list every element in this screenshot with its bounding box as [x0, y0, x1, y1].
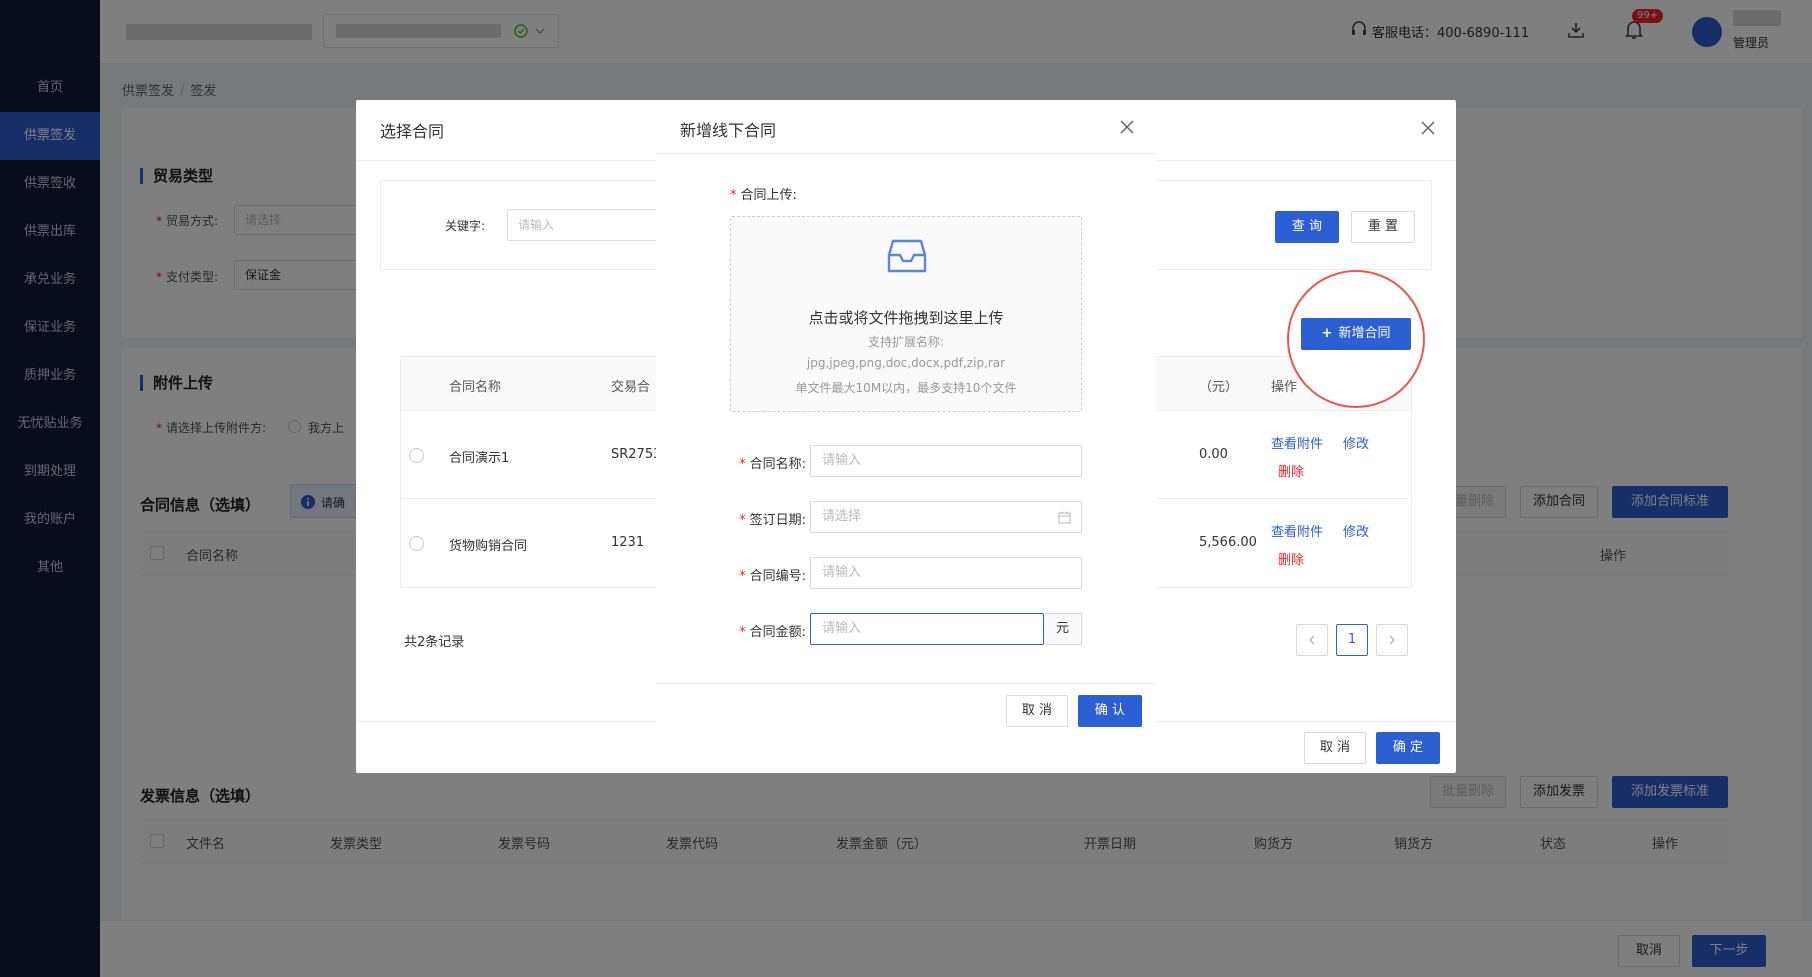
- calendar-icon: [1058, 511, 1071, 524]
- col-amount: （元）: [1199, 380, 1239, 395]
- col-contract-name: 合同名称: [449, 380, 502, 395]
- select-dialog-title: 选择合同: [380, 122, 445, 141]
- edit-link[interactable]: 修改: [1343, 433, 1369, 452]
- add-dialog-title: 新增线下合同: [680, 121, 777, 140]
- inbox-icon: [887, 239, 927, 273]
- upload-limit-text: 单文件最大10M以内，最多支持10个文件: [795, 381, 1017, 395]
- upload-ext-list: jpg,jpeg,png,doc,docx,pdf,zip,rar: [806, 356, 1006, 370]
- select-cancel-button[interactable]: 取 消: [1304, 732, 1366, 764]
- prev-page-button[interactable]: [1296, 624, 1328, 656]
- row-amount: 5,566.00: [1199, 535, 1257, 550]
- contract-name-input[interactable]: 请输入: [810, 445, 1082, 477]
- contract-code-label: * 合同编号:: [739, 569, 806, 584]
- row-contract-name: 合同演示1: [449, 451, 510, 466]
- chevron-left-icon: [1309, 635, 1315, 645]
- row-trade: SR2753: [611, 447, 662, 462]
- add-offline-contract-dialog: 新增线下合同 * 合同上传: 点击或将文件拖拽到这里上传 支持扩展名称: jpg,…: [656, 100, 1156, 737]
- contract-code-input[interactable]: 请输入: [810, 557, 1082, 589]
- contract-amount-label: * 合同金额:: [739, 625, 806, 640]
- upload-dropzone[interactable]: 点击或将文件拖拽到这里上传 支持扩展名称: jpg,jpeg,png,doc,d…: [730, 216, 1082, 412]
- row-radio[interactable]: [409, 536, 424, 551]
- next-page-button[interactable]: [1376, 624, 1408, 656]
- delete-link[interactable]: 删除: [1278, 461, 1304, 480]
- row-contract-name: 货物购销合同: [449, 539, 528, 554]
- sign-date-placeholder: 请选择: [822, 509, 862, 524]
- add-cancel-button[interactable]: 取 消: [1006, 695, 1068, 727]
- row-radio[interactable]: [409, 448, 424, 463]
- view-attachment-link[interactable]: 查看附件: [1271, 433, 1323, 452]
- add-contract-label: 新增合同: [1338, 326, 1391, 341]
- view-attachment-link[interactable]: 查看附件: [1271, 521, 1323, 540]
- keyword-label: 关键字:: [445, 219, 486, 233]
- col-trade: 交易合: [611, 380, 651, 395]
- add-dialog-footer: 取 消 确 认: [656, 683, 1156, 737]
- chevron-right-icon: [1389, 635, 1395, 645]
- row-amount: 0.00: [1199, 447, 1228, 462]
- amount-unit-suffix: 元: [1044, 613, 1082, 645]
- add-confirm-button[interactable]: 确 认: [1078, 695, 1142, 727]
- edit-link[interactable]: 修改: [1343, 521, 1369, 540]
- close-icon[interactable]: [1420, 120, 1436, 136]
- add-contract-button[interactable]: + 新增合同: [1301, 318, 1411, 350]
- contract-name-label: * 合同名称:: [739, 457, 806, 472]
- query-button[interactable]: 查 询: [1275, 211, 1339, 243]
- upload-ext-label: 支持扩展名称:: [867, 335, 945, 349]
- plus-icon: +: [1321, 326, 1333, 341]
- keyword-input[interactable]: 请输入: [507, 209, 667, 241]
- page-number-button[interactable]: 1: [1336, 624, 1368, 656]
- delete-link[interactable]: 删除: [1278, 549, 1304, 568]
- upload-main-text: 点击或将文件拖拽到这里上传: [808, 309, 1004, 327]
- add-dialog-header: 新增线下合同: [656, 100, 1156, 154]
- close-icon[interactable]: [1120, 120, 1134, 134]
- row-trade: 1231: [611, 535, 645, 550]
- col-op: 操作: [1271, 380, 1298, 395]
- upload-label: * 合同上传:: [730, 188, 797, 203]
- contract-amount-input[interactable]: 请输入: [810, 613, 1044, 645]
- sign-date-label: * 签订日期:: [739, 513, 806, 528]
- total-records: 共2条记录: [404, 635, 465, 650]
- select-ok-button[interactable]: 确 定: [1376, 732, 1440, 764]
- reset-button[interactable]: 重 置: [1351, 211, 1415, 243]
- sign-date-picker[interactable]: 请选择: [810, 501, 1082, 533]
